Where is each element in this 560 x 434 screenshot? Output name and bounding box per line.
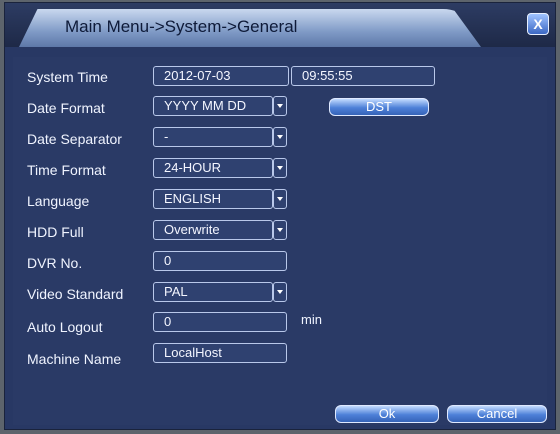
label-date-separator: Date Separator: [27, 131, 122, 147]
label-system-time: System Time: [27, 69, 108, 85]
date-separator-dropdown-icon[interactable]: [273, 127, 287, 147]
date-format-select[interactable]: YYYY MM DD: [153, 96, 273, 116]
language-dropdown-icon[interactable]: [273, 189, 287, 209]
label-auto-logout: Auto Logout: [27, 319, 103, 335]
dst-button[interactable]: DST: [329, 98, 429, 116]
label-language: Language: [27, 193, 90, 209]
general-settings-dialog: Main Menu->System->General X System Time…: [4, 2, 556, 430]
date-separator-select[interactable]: -: [153, 127, 273, 147]
dialog-title: Main Menu->System->General: [65, 17, 298, 36]
time-format-dropdown-icon[interactable]: [273, 158, 287, 178]
label-hdd-full: HDD Full: [27, 224, 84, 240]
system-date-field[interactable]: 2012-07-03: [153, 66, 289, 86]
hdd-full-dropdown-icon[interactable]: [273, 220, 287, 240]
close-icon[interactable]: X: [527, 13, 549, 35]
date-format-dropdown-icon[interactable]: [273, 96, 287, 116]
label-time-format: Time Format: [27, 162, 106, 178]
cancel-button[interactable]: Cancel: [447, 405, 547, 423]
auto-logout-unit: min: [301, 312, 322, 327]
video-standard-dropdown-icon[interactable]: [273, 282, 287, 302]
label-video-standard: Video Standard: [27, 286, 124, 302]
auto-logout-input[interactable]: 0: [153, 312, 287, 332]
video-standard-select[interactable]: PAL: [153, 282, 273, 302]
machine-name-input[interactable]: LocalHost: [153, 343, 287, 363]
time-format-select[interactable]: 24-HOUR: [153, 158, 273, 178]
label-dvr-no: DVR No.: [27, 255, 83, 271]
title-bar: Main Menu->System->General X: [5, 3, 555, 47]
label-machine-name: Machine Name: [27, 351, 122, 367]
label-date-format: Date Format: [27, 100, 105, 116]
ok-button[interactable]: Ok: [335, 405, 439, 423]
hdd-full-select[interactable]: Overwrite: [153, 220, 273, 240]
system-clock-field[interactable]: 09:55:55: [291, 66, 435, 86]
dvr-no-input[interactable]: 0: [153, 251, 287, 271]
language-select[interactable]: ENGLISH: [153, 189, 273, 209]
